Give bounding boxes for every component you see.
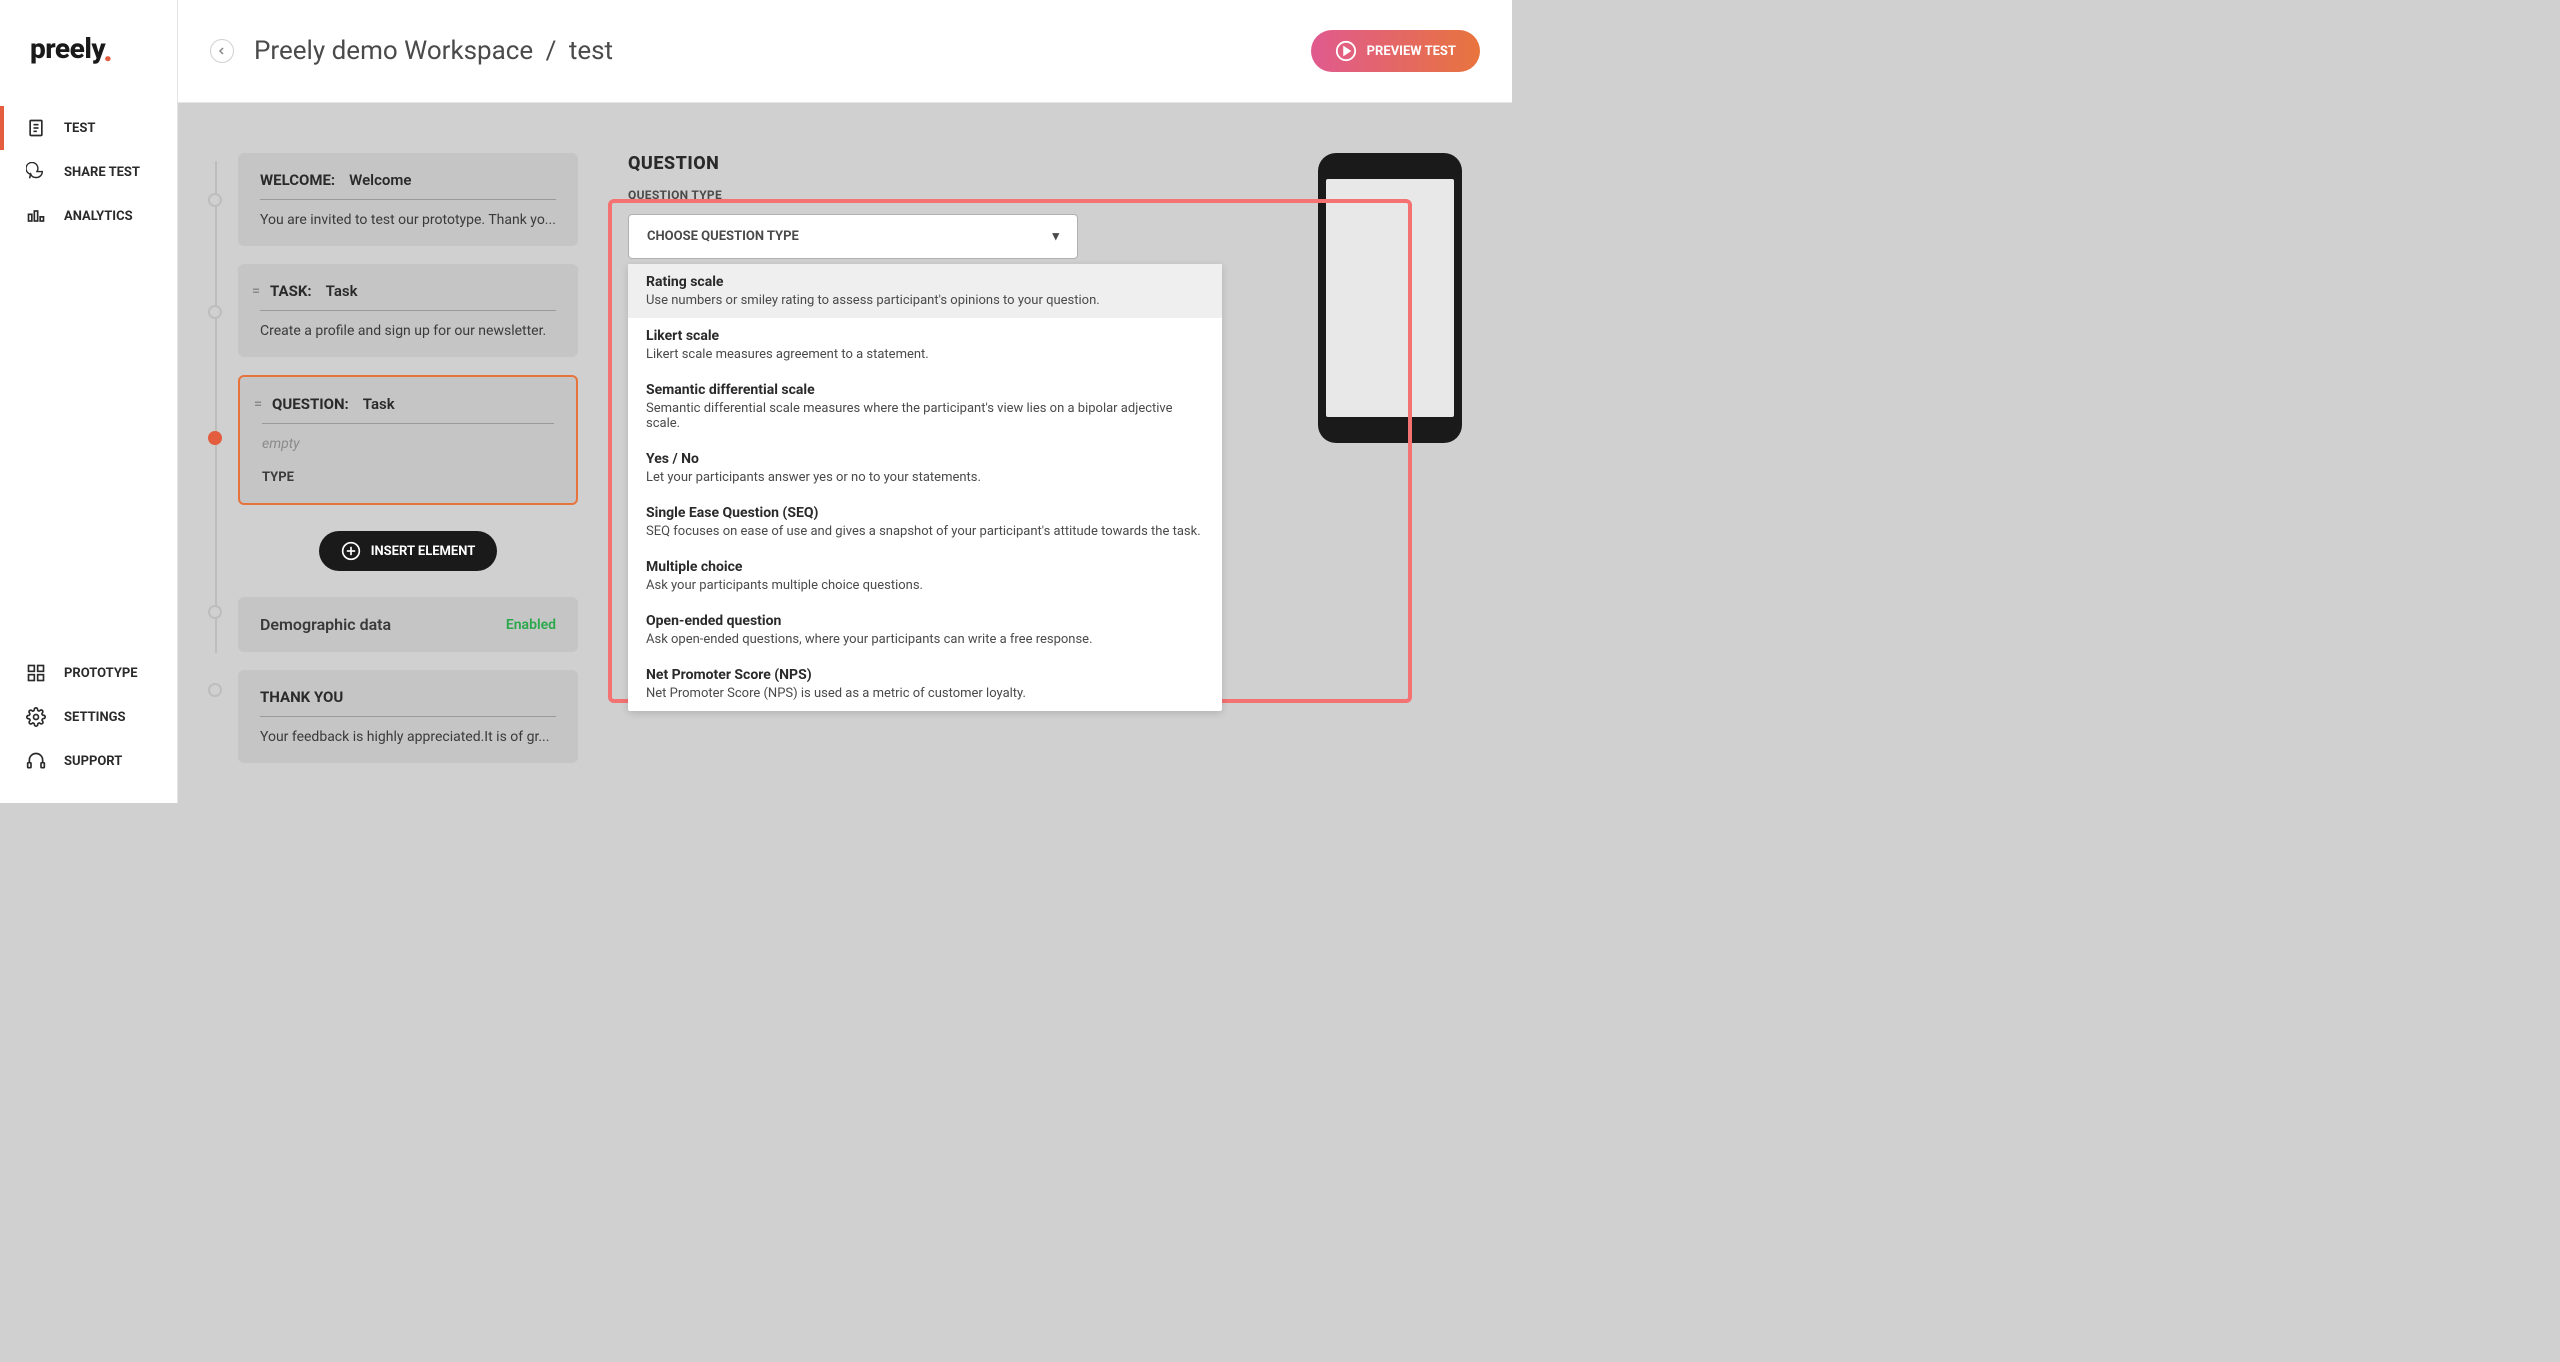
sidebar-item-prototype[interactable]: PROTOTYPE [0, 651, 177, 695]
phone-preview [1318, 153, 1462, 443]
drag-handle-icon[interactable]: = [254, 396, 262, 412]
sidebar-item-analytics[interactable]: ANALYTICS [0, 194, 177, 238]
dropdown-option-rating-scale[interactable]: Rating scale Use numbers or smiley ratin… [628, 264, 1222, 318]
timeline-card-demographic[interactable]: Demographic data Enabled [238, 597, 578, 652]
card-value: Task [326, 282, 358, 300]
card-label: THANK YOU [260, 688, 343, 706]
sidebar-item-label: ANALYTICS [64, 209, 133, 224]
chat-icon [26, 162, 46, 182]
option-title: Rating scale [646, 274, 1204, 290]
dropdown-option-open-ended[interactable]: Open-ended question Ask open-ended quest… [628, 603, 1222, 657]
card-label: WELCOME: [260, 171, 335, 189]
option-desc: Net Promoter Score (NPS) is used as a me… [646, 686, 1204, 701]
option-title: Net Promoter Score (NPS) [646, 667, 1204, 683]
sidebar-item-label: TEST [64, 121, 95, 136]
headset-icon [26, 751, 46, 771]
breadcrumb-current: test [569, 36, 613, 66]
preview-test-button[interactable]: PREVIEW TEST [1311, 30, 1480, 72]
option-title: Semantic differential scale [646, 382, 1204, 398]
card-body: Create a profile and sign up for our new… [260, 323, 556, 339]
sidebar-item-label: PROTOTYPE [64, 666, 138, 681]
timeline-card-task[interactable]: = TASK: Task Create a profile and sign u… [238, 264, 578, 357]
dropdown-option-semantic-differential[interactable]: Semantic differential scale Semantic dif… [628, 372, 1222, 441]
caret-down-icon: ▾ [1052, 229, 1059, 244]
dropdown-option-seq[interactable]: Single Ease Question (SEQ) SEQ focuses o… [628, 495, 1222, 549]
option-desc: SEQ focuses on ease of use and gives a s… [646, 524, 1204, 539]
card-body-empty: empty [262, 436, 554, 452]
sidebar-item-label: SUPPORT [64, 754, 122, 769]
play-circle-icon [1335, 40, 1357, 62]
card-body: You are invited to test our prototype. T… [260, 212, 556, 228]
preview-test-label: PREVIEW TEST [1367, 44, 1456, 59]
back-button[interactable] [210, 39, 234, 63]
demographic-title: Demographic data [260, 615, 391, 634]
plus-circle-icon [341, 541, 361, 561]
sidebar-item-share-test[interactable]: SHARE TEST [0, 150, 177, 194]
timeline-column: WELCOME: Welcome You are invited to test… [208, 153, 578, 773]
dropdown-option-yes-no[interactable]: Yes / No Let your participants answer ye… [628, 441, 1222, 495]
gear-icon [26, 707, 46, 727]
option-desc: Use numbers or smiley rating to assess p… [646, 293, 1204, 308]
option-title: Yes / No [646, 451, 1204, 467]
sidebar-item-label: SHARE TEST [64, 165, 140, 180]
card-body: Your feedback is highly appreciated.It i… [260, 729, 556, 745]
dropdown-option-nps[interactable]: Net Promoter Score (NPS) Net Promoter Sc… [628, 657, 1222, 711]
sidebar-item-settings[interactable]: SETTINGS [0, 695, 177, 739]
chevron-left-icon [217, 46, 227, 56]
phone-frame [1318, 153, 1462, 443]
card-value: Task [363, 395, 395, 413]
insert-element-label: INSERT ELEMENT [371, 544, 476, 559]
option-desc: Semantic differential scale measures whe… [646, 401, 1204, 431]
sidebar: preely. TEST SHARE TEST ANALYTICS PROTOT… [0, 0, 178, 803]
timeline-card-welcome[interactable]: WELCOME: Welcome You are invited to test… [238, 153, 578, 246]
card-label: TASK: [270, 282, 312, 300]
card-label: QUESTION: [272, 395, 349, 413]
option-desc: Let your participants answer yes or no t… [646, 470, 1204, 485]
dropdown-placeholder: CHOOSE QUESTION TYPE [647, 229, 799, 244]
breadcrumb: Preely demo Workspace / test [254, 36, 1311, 66]
option-desc: Ask open-ended questions, where your par… [646, 632, 1204, 647]
document-icon [26, 118, 46, 138]
sidebar-item-label: SETTINGS [64, 710, 126, 725]
demographic-status: Enabled [506, 617, 556, 633]
sidebar-item-support[interactable]: SUPPORT [0, 739, 177, 783]
timeline-card-question[interactable]: = QUESTION: Task empty TYPE [238, 375, 578, 505]
drag-handle-icon[interactable]: = [252, 283, 260, 299]
breadcrumb-workspace[interactable]: Preely demo Workspace [254, 36, 533, 66]
question-type-dropdown-list: Rating scale Use numbers or smiley ratin… [628, 264, 1222, 711]
option-title: Multiple choice [646, 559, 1204, 575]
logo: preely. [0, 0, 177, 106]
question-panel: QUESTION QUESTION TYPE CHOOSE QUESTION T… [628, 153, 1482, 773]
card-type-label: TYPE [262, 470, 554, 485]
option-title: Open-ended question [646, 613, 1204, 629]
question-type-dropdown[interactable]: CHOOSE QUESTION TYPE ▾ [628, 214, 1078, 259]
analytics-icon [26, 206, 46, 226]
logo-dot-icon: . [103, 31, 112, 69]
grid-icon [26, 663, 46, 683]
dropdown-option-likert-scale[interactable]: Likert scale Likert scale measures agree… [628, 318, 1222, 372]
logo-text: preely [30, 32, 105, 65]
option-title: Likert scale [646, 328, 1204, 344]
header: Preely demo Workspace / test PREVIEW TES… [178, 0, 1512, 103]
breadcrumb-separator: / [546, 36, 557, 66]
timeline-card-thankyou[interactable]: THANK YOU Your feedback is highly apprec… [238, 670, 578, 763]
card-value: Welcome [349, 171, 411, 189]
option-title: Single Ease Question (SEQ) [646, 505, 1204, 521]
dropdown-option-multiple-choice[interactable]: Multiple choice Ask your participants mu… [628, 549, 1222, 603]
insert-element-button[interactable]: INSERT ELEMENT [319, 531, 498, 571]
option-desc: Ask your participants multiple choice qu… [646, 578, 1204, 593]
sidebar-item-test[interactable]: TEST [0, 106, 177, 150]
option-desc: Likert scale measures agreement to a sta… [646, 347, 1204, 362]
